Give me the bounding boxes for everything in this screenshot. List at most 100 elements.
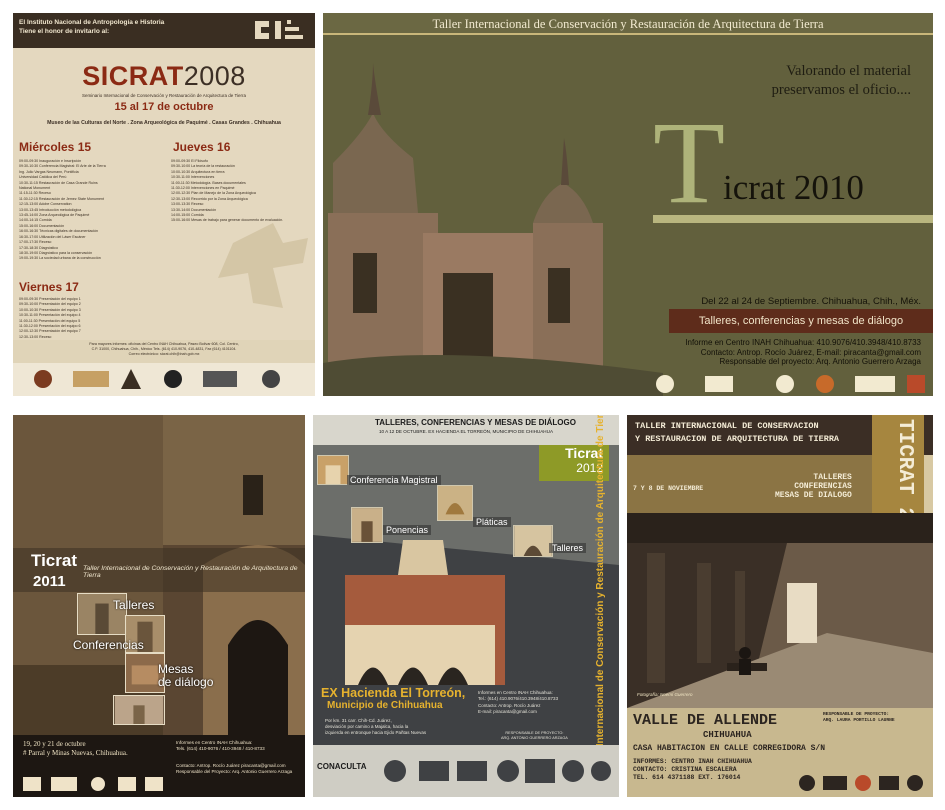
contact-info: Informe en Centro INAH Chihuahua: 410.90… <box>685 338 921 367</box>
poster-header: TALLERES, CONFERENCIAS Y MESAS DE DIÁLOG… <box>313 415 619 445</box>
schedule-item: 15:00-16:00 Mesas de trabajo para genera… <box>171 218 284 223</box>
project-responsible: RESPONSABLE DE PROYECTO: ARQ. ANTONIO GU… <box>501 731 568 741</box>
dome-thumbnail <box>437 485 473 521</box>
info-line-4: E-mail: piracanta@gmail.com <box>478 708 537 714</box>
label-dialogo: de diálogo <box>158 675 214 689</box>
accent-bar <box>653 215 933 223</box>
header-line-2: Y RESTAURACION DE ARQUITECTURA DE TIERRA <box>635 434 840 444</box>
sponsor-logos-icon <box>799 775 923 791</box>
sponsor-logos-icon <box>384 759 611 783</box>
sponsor-logos-icon <box>23 777 163 791</box>
arcade-photo <box>627 513 933 708</box>
venue-municipality: Municipio de Chihuahua <box>327 700 443 711</box>
label-ponencias: Ponencias <box>383 525 432 535</box>
info-line-2: Tels. (614) 410-9076 / 410-3948 / 410-87… <box>176 746 265 752</box>
footer-line-3: Correo electrónico: sicrat.chih@inah.gob… <box>128 352 200 356</box>
vertical-subtitle: Taller Internacional de Conservación y R… <box>595 415 606 775</box>
poster-title: Ticrat <box>31 551 77 570</box>
arch-thumbnail <box>513 525 553 557</box>
poster-title: icrat 2010 <box>723 168 864 207</box>
label-talleres: Talleres <box>113 598 155 612</box>
info-line-2: Tel.: (614) 410.9076/410.3948/410.8733 <box>478 696 559 702</box>
schedule-day-1: 09:00-09:30 Inauguración e Inscripción 09… <box>19 159 106 262</box>
conaculta-logo: CONACULTA <box>317 762 367 771</box>
poster-ticrat-2011: Ticrat 2011 Taller Internacional de Cons… <box>13 415 305 797</box>
schedule-day-2: 09:00-09:30 El Filósofo 09:30-10:00 La te… <box>171 159 283 224</box>
venue-state: CHIHUAHUA <box>703 730 752 740</box>
info-line-3: TEL. 614 4371188 EXT. 176014 <box>633 774 741 781</box>
event-venue: Museo de las Culturas del Norte . Zona A… <box>47 120 281 126</box>
contact-footer: Para mayores informes: oficinas del Cent… <box>13 340 315 363</box>
day-heading-2: Jueves 16 <box>173 140 231 154</box>
resp-line-2: ARQ. LAURA PORTILLO LAURNE <box>823 718 895 723</box>
schedule-item: 16:00-16:30 Técnicas digitales de docume… <box>19 229 99 234</box>
building-thumbnail <box>317 455 349 485</box>
label-mesas: Mesas <box>158 662 194 676</box>
adobe-ruin-illustration <box>323 43 663 396</box>
poster-header-bar: El Instituto Nacional de Antropología e … <box>13 13 315 48</box>
info: INFORMES: CENTRO INAH CHIHUAHUA CONTACTO… <box>633 758 752 782</box>
venue-title: EX Hacienda El Torreón, <box>321 686 466 700</box>
poster-ticrat-2010: Taller Internacional de Conservación y R… <box>323 13 933 396</box>
place-line: # Parral y Minas Nuevas, Chihuahua. <box>23 748 128 757</box>
info-line-2: Contacto: Antrop. Rocío Juárez, E-mail: … <box>700 347 921 357</box>
label-conferencia-magistral: Conferencia Magistral <box>347 475 441 485</box>
poster-sicrat-2008: El Instituto Nacional de Antropología e … <box>13 13 315 396</box>
venue-address: CASA HABITACION EN CALLE CORREGIDORA S/N <box>633 744 826 753</box>
info-line-2: CONTACTO: CRISTINA ESCALERA <box>633 766 737 773</box>
event-dates: 15 al 17 de octubre <box>114 101 214 113</box>
day-heading-3: Viernes 17 <box>19 280 79 294</box>
sponsor-logos-icon <box>34 369 280 389</box>
poster-title: SICRAT2008 <box>13 61 315 92</box>
header-line-1: TALLER INTERNACIONAL DE CONSERVACION <box>635 421 819 431</box>
poster-ticrat-2012: TALLERES, CONFERENCIAS Y MESAS DE DIÁLOG… <box>313 415 619 797</box>
info-line-1: Informe en Centro INAH Chihuahua: 410.90… <box>685 338 921 347</box>
label-conferencias: Conferencias <box>73 638 144 652</box>
big-letter-t: T <box>653 97 726 228</box>
day-heading-1: Miércoles 15 <box>19 140 92 154</box>
activities-banner: Talleres, conferencias y mesas de diálog… <box>669 309 933 333</box>
activity-3: MESAS DE DIALOGO <box>775 491 852 500</box>
paquime-glyph-icon <box>247 17 307 43</box>
activity-2: CONFERENCIAS <box>794 482 852 491</box>
contact: Contacto: Antrop. Rocío Juárez piracanta… <box>176 763 292 776</box>
photo-credit: Fotografía: Noemí Guerrero <box>637 692 693 697</box>
facade-thumbnail <box>113 695 165 725</box>
event-dates: 7 Y 8 DE NOVIEMBRE <box>633 485 704 492</box>
info-line-1: INFORMES: CENTRO INAH CHIHUAHUA <box>633 758 752 765</box>
poster-ticrat-2013: TALLER INTERNACIONAL DE CONSERVACION Y R… <box>627 415 933 797</box>
badge-name: Ticrat <box>565 445 603 461</box>
header-subtitle: 10 A 12 DE OCTUBRE. EX HACIENDA EL TORRE… <box>379 429 554 434</box>
dates-line: 19, 20 y 21 de octubre <box>23 740 86 748</box>
contact-line-2: Responsable del Proyecto: Arq. Antonio G… <box>176 769 293 775</box>
dir-line-3: izquierda en entronque hacia Ejido Pañta… <box>325 730 427 736</box>
sponsor-logos: CONACULTA <box>313 745 619 797</box>
info: Informes en Centro INAH Chihuahua: Tels.… <box>176 740 265 753</box>
info-line-3: Responsable del proyecto: Arq. Antonio G… <box>719 357 921 367</box>
activities-list: TALLERES CONFERENCIAS MESAS DE DIALOGO <box>775 473 852 500</box>
poster-footer: 19, 20 y 21 de octubre # Parral y Minas … <box>13 735 305 797</box>
info: Informes en Centro INAH Chihuahua: Tel.:… <box>478 690 558 715</box>
directions: Por km. 31 carr. Chih-Cd. Juárez, desvia… <box>325 718 475 737</box>
title-year: 2008 <box>183 61 246 91</box>
facade-thumbnail <box>351 507 383 543</box>
subtitle: Seminario Internacional de Conservación … <box>81 93 247 98</box>
event-dates: Del 22 al 24 de Septiembre. Chihuahua, C… <box>701 296 921 307</box>
cross-decoration-icon <box>218 223 308 308</box>
venue-town: VALLE DE ALLENDE <box>633 712 778 729</box>
sponsor-logos-icon <box>656 375 925 393</box>
resp-line-2: ARQ. ANTONIO GUERRERO ARZAGA <box>501 736 568 741</box>
event-dates: 19, 20 y 21 de octubre # Parral y Minas … <box>23 740 128 757</box>
header-title: TALLERES, CONFERENCIAS Y MESAS DE DIÁLOG… <box>375 418 576 427</box>
motto: Valorando el material preservamos el ofi… <box>681 62 911 100</box>
label-talleres: Talleres <box>549 543 587 553</box>
sponsor-logos <box>13 363 315 396</box>
poster-year: 2011 <box>33 573 66 590</box>
activity-1: TALLERES <box>813 473 852 482</box>
poster-header: Taller Internacional de Conservación y R… <box>323 13 933 35</box>
badge-year: 2012 <box>576 461 603 475</box>
poster-subtitle: Taller Internacional de Conservación y R… <box>83 565 298 579</box>
project-responsible: RESPONSABLE DE PROYECTO: ARQ. LAURA PORT… <box>823 712 895 724</box>
vertical-title-block: TICRAT 2013 <box>872 415 924 558</box>
motto-line-1: Valorando el material <box>786 63 911 79</box>
